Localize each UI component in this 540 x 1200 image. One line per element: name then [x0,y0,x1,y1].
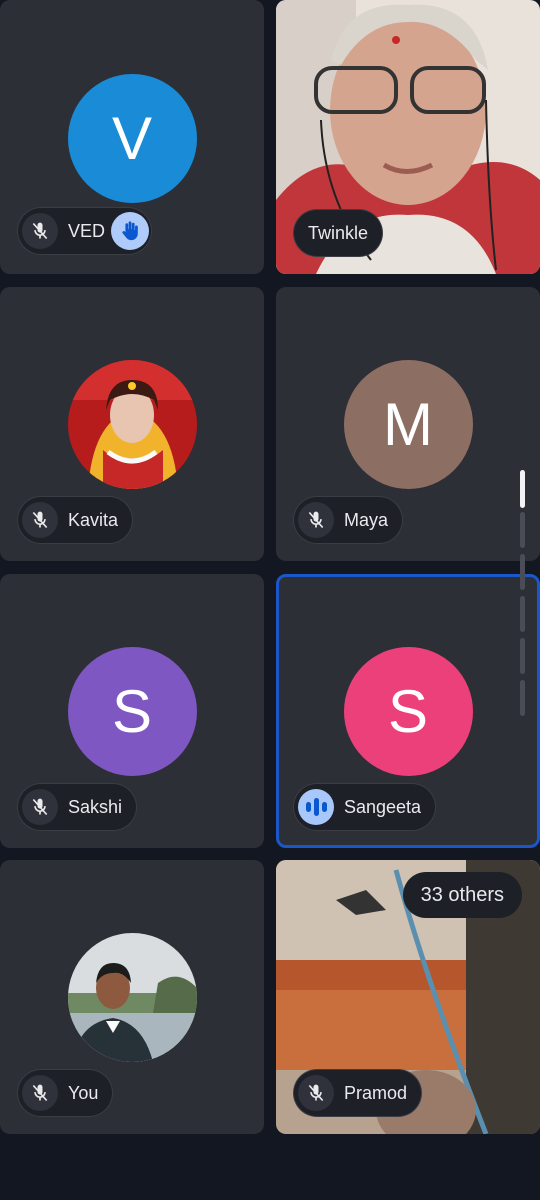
others-count-badge[interactable]: 33 others [402,872,522,918]
mic-off-icon [298,1075,334,1111]
mic-off-icon [22,213,58,249]
participant-name: Twinkle [308,222,369,243]
avatar [67,932,197,1062]
participant-name: Sakshi [68,796,123,817]
raised-hand-icon [111,212,150,250]
participant-name: You [68,1082,99,1103]
participant-name: VED [68,220,106,241]
scrollbar-segment [520,554,525,590]
participant-tile-sangeeta[interactable]: S Sangeeta [276,574,540,848]
participant-tile-pramod[interactable]: 33 others Pramod [276,860,540,1134]
mic-off-icon [298,502,334,538]
participant-tile-twinkle[interactable]: Twinkle [276,0,540,274]
participant-name: Maya [344,509,389,530]
name-chip: Sakshi [18,784,137,830]
participant-tile-you[interactable]: You [0,860,264,1134]
scrollbar-segment [520,638,525,674]
avatar: V [67,73,197,203]
participant-tile-sakshi[interactable]: S Sakshi [0,574,264,848]
name-chip: Pramod [294,1070,422,1116]
avatar [67,359,197,489]
name-chip: You [18,1070,113,1116]
avatar: S [343,646,473,776]
participant-tile-maya[interactable]: M Maya [276,287,540,561]
name-chip: Sangeeta [294,784,436,830]
mic-off-icon [22,502,58,538]
name-chip: Twinkle [294,210,383,256]
avatar: M [343,359,473,489]
scrollbar-segment [520,680,525,716]
mic-off-icon [22,1075,58,1111]
name-chip: Kavita [18,497,133,543]
avatar-initial: V [111,104,153,172]
scrollbar-segment [520,596,525,632]
participant-name: Sangeeta [344,796,422,817]
participant-tile-kavita[interactable]: Kavita [0,287,264,561]
scrollbar-segment [520,512,525,548]
name-chip: Maya [294,497,403,543]
participant-name: Kavita [68,509,119,530]
scrollbar-thumb[interactable] [520,470,525,508]
avatar-initial: S [111,677,153,745]
avatar: S [67,646,197,776]
participant-tile-ved[interactable]: V VED [0,0,264,274]
mic-off-icon [22,789,58,825]
speaking-indicator-icon [298,789,334,825]
avatar-initial: M [383,390,433,458]
avatar-initial: S [387,677,429,745]
name-chip: VED [18,208,152,254]
participant-name: Pramod [344,1082,408,1103]
others-count-label: 33 others [420,883,504,906]
